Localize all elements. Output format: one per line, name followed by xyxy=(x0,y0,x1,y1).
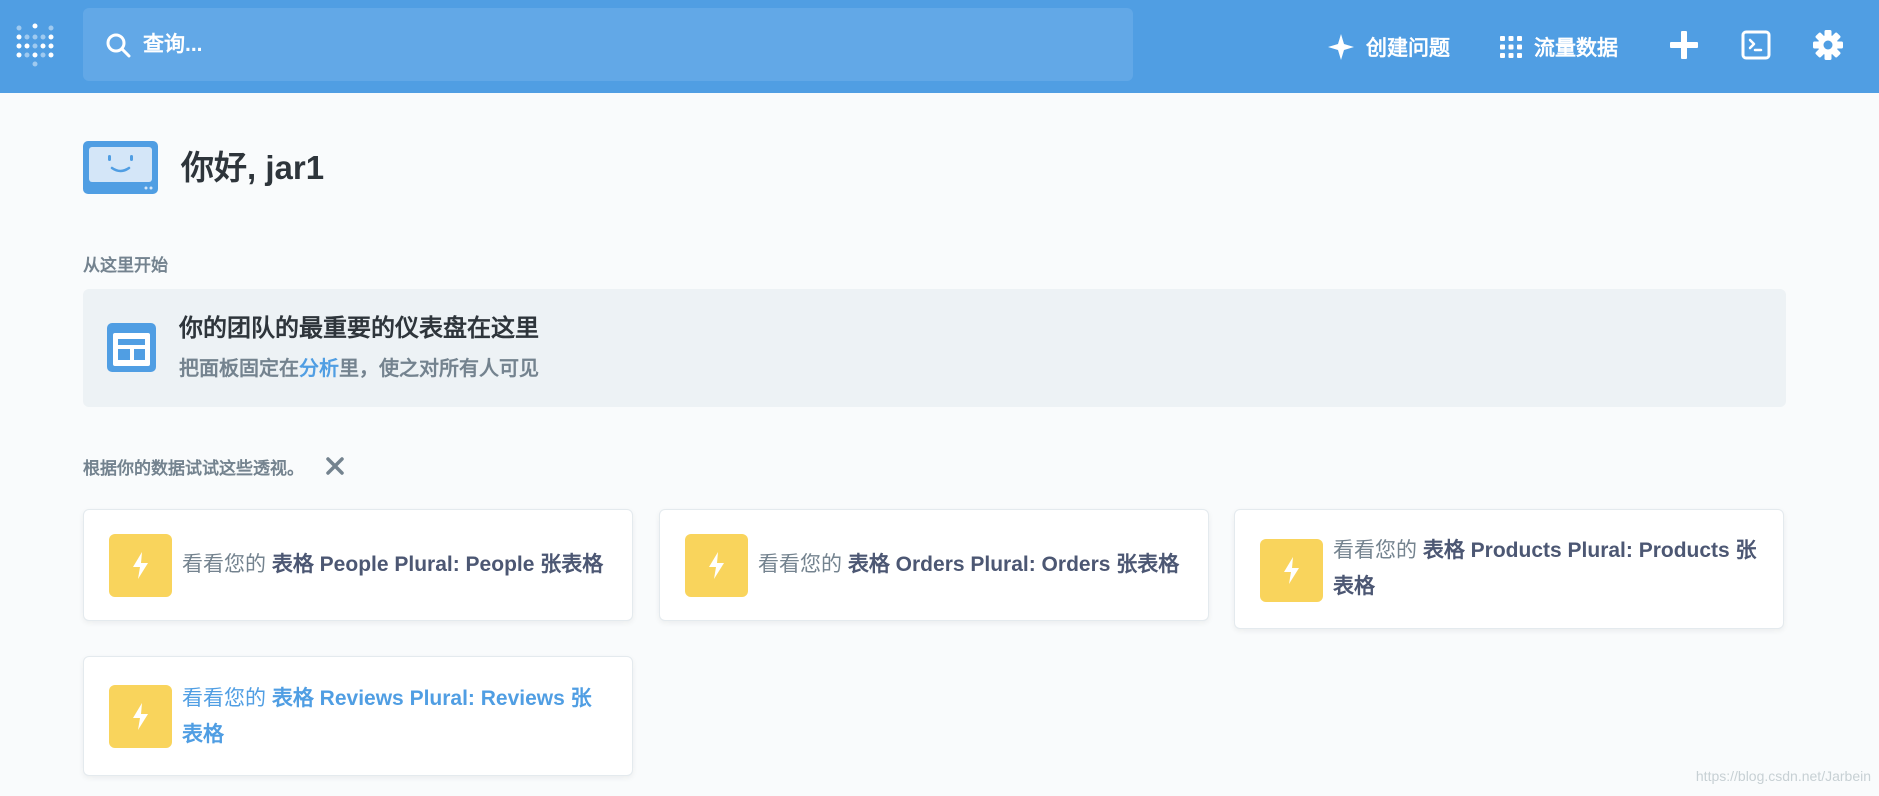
top-navbar: 查询... 创建问题 流量数据 xyxy=(0,0,1879,93)
card-prefix: 看看您的 xyxy=(182,687,272,710)
search-placeholder[interactable]: 查询... xyxy=(143,8,203,81)
xray-card-people[interactable]: 看看您的 表格 People Plural: People 张表格 xyxy=(83,509,633,621)
metabase-logo-icon[interactable] xyxy=(14,22,56,68)
create-question-button[interactable]: 创建问题 xyxy=(1328,0,1450,93)
xray-section-label: 根据你的数据试试这些透视。 xyxy=(83,459,304,478)
pin-desc-after: 里，使之对所有人可见 xyxy=(339,358,539,380)
card-table-name: 表格 Orders Plural: Orders 张表格 xyxy=(847,553,1180,576)
pin-dashboard-callout: 你的团队的最重要的仪表盘在这里 把面板固定在分析里，使之对所有人可见 xyxy=(83,289,1786,407)
gear-icon[interactable] xyxy=(1812,29,1844,61)
xray-card-label: 看看您的 表格 Reviews Plural: Reviews 张表格 xyxy=(182,681,607,753)
terminal-icon[interactable] xyxy=(1740,29,1772,61)
pin-description: 把面板固定在分析里，使之对所有人可见 xyxy=(179,355,539,383)
plus-icon[interactable] xyxy=(1668,29,1700,61)
greeting-title: 你好, jar1 xyxy=(181,149,325,186)
pin-desc-before: 把面板固定在 xyxy=(179,358,299,380)
dashboard-icon xyxy=(107,323,156,372)
bolt-badge xyxy=(109,534,172,597)
start-section-label: 从这里开始 xyxy=(83,256,168,275)
create-question-label: 创建问题 xyxy=(1366,36,1450,60)
search-icon xyxy=(106,33,131,58)
close-icon[interactable] xyxy=(325,456,345,476)
bolt-badge xyxy=(109,685,172,748)
xray-card-label: 看看您的 表格 Products Plural: Products 张表格 xyxy=(1333,533,1758,605)
bolt-icon xyxy=(709,552,724,579)
browse-data-label: 流量数据 xyxy=(1534,36,1618,60)
search-bar[interactable]: 查询... xyxy=(83,8,1133,81)
sparkle-icon xyxy=(1328,33,1354,60)
xray-card-orders[interactable]: 看看您的 表格 Orders Plural: Orders 张表格 xyxy=(659,509,1209,621)
xray-card-reviews[interactable]: 看看您的 表格 Reviews Plural: Reviews 张表格 xyxy=(83,656,633,776)
grid-icon xyxy=(1500,35,1522,58)
bolt-badge xyxy=(685,534,748,597)
xray-card-label: 看看您的 表格 Orders Plural: Orders 张表格 xyxy=(758,547,1183,583)
watermark: https://blog.csdn.net/Jarbein xyxy=(1695,768,1871,784)
card-prefix: 看看您的 xyxy=(758,553,848,576)
bolt-icon xyxy=(133,703,148,730)
xray-card-products[interactable]: 看看您的 表格 Products Plural: Products 张表格 xyxy=(1234,509,1784,629)
bolt-icon xyxy=(1284,557,1299,584)
analytics-link[interactable]: 分析 xyxy=(299,358,339,380)
card-prefix: 看看您的 xyxy=(1333,539,1423,562)
browse-data-button[interactable]: 流量数据 xyxy=(1500,0,1618,93)
card-table-name: 表格 People Plural: People 张表格 xyxy=(271,553,604,576)
card-prefix: 看看您的 xyxy=(182,553,272,576)
bolt-icon xyxy=(133,552,148,579)
pin-title: 你的团队的最重要的仪表盘在这里 xyxy=(179,315,539,342)
xray-card-label: 看看您的 表格 People Plural: People 张表格 xyxy=(182,547,607,583)
avatar-icon xyxy=(83,141,158,194)
bolt-badge xyxy=(1260,539,1323,602)
